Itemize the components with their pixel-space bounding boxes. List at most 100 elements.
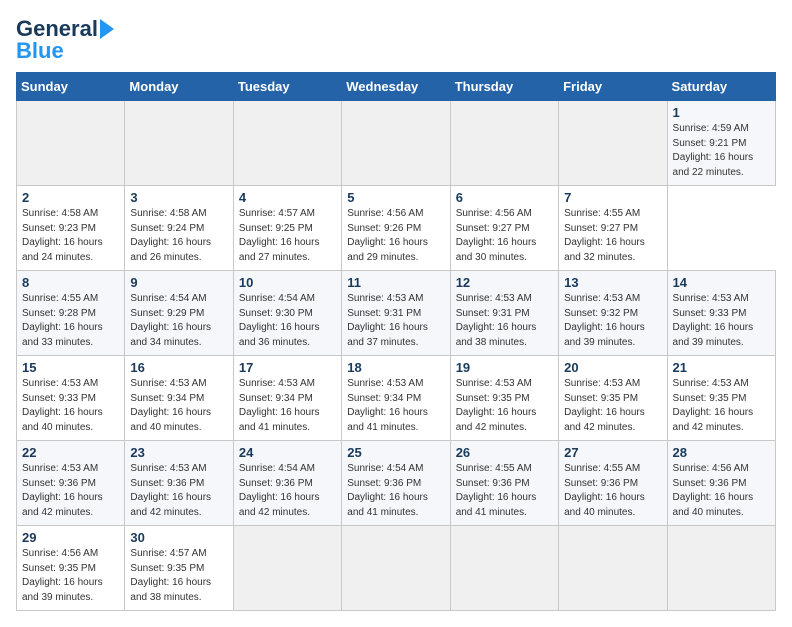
day-number: 12 xyxy=(456,275,553,290)
day-detail: Sunrise: 4:55 AMSunset: 9:36 PMDaylight:… xyxy=(456,463,537,518)
empty-day xyxy=(17,101,125,186)
day-number: 1 xyxy=(673,105,770,120)
day-detail: Sunrise: 4:54 AMSunset: 9:36 PMDaylight:… xyxy=(239,463,320,518)
day-detail: Sunrise: 4:54 AMSunset: 9:30 PMDaylight:… xyxy=(239,293,320,348)
day-detail: Sunrise: 4:53 AMSunset: 9:35 PMDaylight:… xyxy=(673,378,754,433)
day-detail: Sunrise: 4:53 AMSunset: 9:34 PMDaylight:… xyxy=(239,378,320,433)
calendar-day: 26 Sunrise: 4:55 AMSunset: 9:36 PMDayligh… xyxy=(450,441,558,526)
calendar-day: 11 Sunrise: 4:53 AMSunset: 9:31 PMDayligh… xyxy=(342,271,450,356)
calendar-table: SundayMondayTuesdayWednesdayThursdayFrid… xyxy=(16,72,776,611)
calendar-day: 4 Sunrise: 4:57 AMSunset: 9:25 PMDaylight… xyxy=(233,186,341,271)
day-number: 25 xyxy=(347,445,444,460)
day-detail: Sunrise: 4:53 AMSunset: 9:32 PMDaylight:… xyxy=(564,293,645,348)
day-detail: Sunrise: 4:55 AMSunset: 9:27 PMDaylight:… xyxy=(564,208,645,263)
calendar-day: 18Sunrise: 4:53 AMSunset: 9:34 PMDayligh… xyxy=(342,356,450,441)
day-detail: Sunrise: 4:53 AMSunset: 9:31 PMDaylight:… xyxy=(456,293,537,348)
calendar-day: 28Sunrise: 4:56 AMSunset: 9:36 PMDayligh… xyxy=(667,441,775,526)
day-number: 15 xyxy=(22,360,119,375)
calendar-day: 29 Sunrise: 4:56 AMSunset: 9:35 PMDayligh… xyxy=(17,526,125,611)
day-number: 18 xyxy=(347,360,444,375)
calendar-day: 24 Sunrise: 4:54 AMSunset: 9:36 PMDayligh… xyxy=(233,441,341,526)
day-detail: Sunrise: 4:54 AMSunset: 9:36 PMDaylight:… xyxy=(347,463,428,518)
page-header: General Blue xyxy=(16,16,776,64)
empty-day xyxy=(559,101,667,186)
day-number: 23 xyxy=(130,445,227,460)
day-number: 7 xyxy=(564,190,661,205)
calendar-day: 7 Sunrise: 4:55 AMSunset: 9:27 PMDaylight… xyxy=(559,186,667,271)
weekday-header: Sunday xyxy=(17,73,125,101)
day-detail: Sunrise: 4:53 AMSunset: 9:36 PMDaylight:… xyxy=(130,463,211,518)
calendar-day: 22Sunrise: 4:53 AMSunset: 9:36 PMDayligh… xyxy=(17,441,125,526)
calendar-day: 6 Sunrise: 4:56 AMSunset: 9:27 PMDaylight… xyxy=(450,186,558,271)
empty-day xyxy=(667,526,775,611)
calendar-day: 19Sunrise: 4:53 AMSunset: 9:35 PMDayligh… xyxy=(450,356,558,441)
calendar-day: 17 Sunrise: 4:53 AMSunset: 9:34 PMDayligh… xyxy=(233,356,341,441)
weekday-header: Monday xyxy=(125,73,233,101)
logo-arrow-icon xyxy=(100,19,114,39)
day-number: 9 xyxy=(130,275,227,290)
day-detail: Sunrise: 4:53 AMSunset: 9:31 PMDaylight:… xyxy=(347,293,428,348)
empty-day xyxy=(342,101,450,186)
day-detail: Sunrise: 4:56 AMSunset: 9:36 PMDaylight:… xyxy=(673,463,754,518)
empty-day xyxy=(450,526,558,611)
day-detail: Sunrise: 4:56 AMSunset: 9:26 PMDaylight:… xyxy=(347,208,428,263)
weekday-header: Tuesday xyxy=(233,73,341,101)
calendar-day: 23 Sunrise: 4:53 AMSunset: 9:36 PMDayligh… xyxy=(125,441,233,526)
calendar-day: 13Sunrise: 4:53 AMSunset: 9:32 PMDayligh… xyxy=(559,271,667,356)
weekday-header: Friday xyxy=(559,73,667,101)
logo-blue-text: Blue xyxy=(16,38,64,64)
day-number: 3 xyxy=(130,190,227,205)
day-number: 8 xyxy=(22,275,119,290)
day-number: 11 xyxy=(347,275,444,290)
day-number: 20 xyxy=(564,360,661,375)
calendar-day: 27 Sunrise: 4:55 AMSunset: 9:36 PMDayligh… xyxy=(559,441,667,526)
calendar-day: 14 Sunrise: 4:53 AMSunset: 9:33 PMDayligh… xyxy=(667,271,775,356)
weekday-header: Thursday xyxy=(450,73,558,101)
calendar-day: 30 Sunrise: 4:57 AMSunset: 9:35 PMDayligh… xyxy=(125,526,233,611)
calendar-day: 16 Sunrise: 4:53 AMSunset: 9:34 PMDayligh… xyxy=(125,356,233,441)
calendar-day: 10 Sunrise: 4:54 AMSunset: 9:30 PMDayligh… xyxy=(233,271,341,356)
day-detail: Sunrise: 4:56 AMSunset: 9:27 PMDaylight:… xyxy=(456,208,537,263)
day-detail: Sunrise: 4:58 AMSunset: 9:24 PMDaylight:… xyxy=(130,208,211,263)
day-detail: Sunrise: 4:55 AMSunset: 9:36 PMDaylight:… xyxy=(564,463,645,518)
calendar-day: 15 Sunrise: 4:53 AMSunset: 9:33 PMDayligh… xyxy=(17,356,125,441)
calendar-day: 25 Sunrise: 4:54 AMSunset: 9:36 PMDayligh… xyxy=(342,441,450,526)
calendar-day: 3 Sunrise: 4:58 AMSunset: 9:24 PMDaylight… xyxy=(125,186,233,271)
calendar-day: 5 Sunrise: 4:56 AMSunset: 9:26 PMDaylight… xyxy=(342,186,450,271)
day-detail: Sunrise: 4:58 AMSunset: 9:23 PMDaylight:… xyxy=(22,208,103,263)
day-number: 21 xyxy=(673,360,770,375)
day-number: 5 xyxy=(347,190,444,205)
day-number: 22 xyxy=(22,445,119,460)
empty-day xyxy=(233,526,341,611)
day-detail: Sunrise: 4:56 AMSunset: 9:35 PMDaylight:… xyxy=(22,548,103,603)
day-number: 24 xyxy=(239,445,336,460)
day-detail: Sunrise: 4:53 AMSunset: 9:35 PMDaylight:… xyxy=(564,378,645,433)
day-number: 30 xyxy=(130,530,227,545)
day-detail: Sunrise: 4:53 AMSunset: 9:34 PMDaylight:… xyxy=(130,378,211,433)
day-number: 29 xyxy=(22,530,119,545)
day-detail: Sunrise: 4:53 AMSunset: 9:33 PMDaylight:… xyxy=(673,293,754,348)
day-number: 4 xyxy=(239,190,336,205)
day-number: 6 xyxy=(456,190,553,205)
day-detail: Sunrise: 4:55 AMSunset: 9:28 PMDaylight:… xyxy=(22,293,103,348)
calendar-day: 8 Sunrise: 4:55 AMSunset: 9:28 PMDaylight… xyxy=(17,271,125,356)
day-detail: Sunrise: 4:53 AMSunset: 9:35 PMDaylight:… xyxy=(456,378,537,433)
day-detail: Sunrise: 4:53 AMSunset: 9:33 PMDaylight:… xyxy=(22,378,103,433)
weekday-header: Wednesday xyxy=(342,73,450,101)
day-number: 26 xyxy=(456,445,553,460)
empty-day xyxy=(559,526,667,611)
day-number: 16 xyxy=(130,360,227,375)
day-detail: Sunrise: 4:57 AMSunset: 9:25 PMDaylight:… xyxy=(239,208,320,263)
calendar-day: 1Sunrise: 4:59 AMSunset: 9:21 PMDaylight… xyxy=(667,101,775,186)
day-number: 2 xyxy=(22,190,119,205)
calendar-day: 9 Sunrise: 4:54 AMSunset: 9:29 PMDaylight… xyxy=(125,271,233,356)
day-number: 17 xyxy=(239,360,336,375)
day-number: 27 xyxy=(564,445,661,460)
day-detail: Sunrise: 4:57 AMSunset: 9:35 PMDaylight:… xyxy=(130,548,211,603)
calendar-day: 2 Sunrise: 4:58 AMSunset: 9:23 PMDaylight… xyxy=(17,186,125,271)
day-number: 10 xyxy=(239,275,336,290)
calendar-day: 12 Sunrise: 4:53 AMSunset: 9:31 PMDayligh… xyxy=(450,271,558,356)
empty-day xyxy=(450,101,558,186)
day-number: 14 xyxy=(673,275,770,290)
day-detail: Sunrise: 4:54 AMSunset: 9:29 PMDaylight:… xyxy=(130,293,211,348)
